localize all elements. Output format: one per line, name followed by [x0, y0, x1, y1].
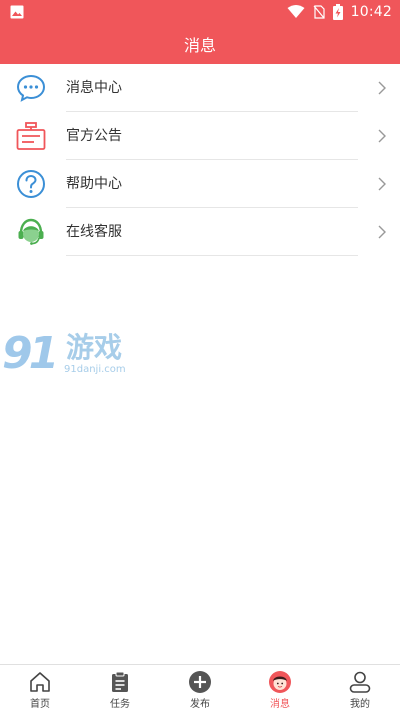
menu-item-label: 帮助中心 [66, 176, 122, 192]
menu-item-label: 官方公告 [66, 128, 122, 144]
menu-item-label: 在线客服 [66, 224, 122, 240]
page-title: 消息 [183, 36, 216, 55]
bottom-tab-bar: 首页 任务 发布 消息 我的 [0, 664, 400, 711]
announcement-icon [16, 122, 46, 150]
clipboard-icon [112, 671, 128, 692]
help-icon [17, 170, 45, 198]
wifi-icon [287, 5, 305, 18]
menu-item-message-center[interactable]: 消息中心 [0, 64, 400, 112]
tab-label: 消息 [270, 699, 290, 710]
chevron-right-icon [378, 129, 386, 143]
watermark-url: 91danji.com [64, 364, 126, 375]
chevron-right-icon [378, 177, 386, 191]
chevron-right-icon [378, 225, 386, 239]
menu-item-online-customer-service[interactable]: 在线客服 [0, 208, 400, 256]
tab-tasks[interactable]: 任务 [80, 665, 160, 711]
status-time: 10:42 [350, 4, 392, 20]
watermark-number: 91 [2, 328, 59, 379]
gallery-icon [10, 5, 24, 19]
tab-label: 我的 [350, 699, 370, 710]
tab-home[interactable]: 首页 [0, 665, 80, 711]
chat-bubble-icon [16, 74, 46, 102]
menu-item-label: 消息中心 [66, 80, 122, 96]
battery-charging-icon [332, 4, 343, 20]
chevron-right-icon [378, 81, 386, 95]
home-icon [30, 672, 50, 692]
customer-service-icon [18, 218, 44, 245]
divider [66, 255, 358, 256]
tab-publish[interactable]: 发布 [160, 665, 240, 711]
message-avatar-icon [269, 671, 291, 693]
status-bar: 10:42 [0, 0, 400, 24]
tab-label: 任务 [110, 699, 130, 710]
user-icon [349, 671, 371, 693]
menu-item-help-center[interactable]: 帮助中心 [0, 160, 400, 208]
plus-circle-icon [189, 671, 211, 693]
app-header: 消息 [0, 24, 400, 64]
menu-item-official-announcement[interactable]: 官方公告 [0, 112, 400, 160]
watermark-logo: 91 游戏 91danji.com [0, 328, 140, 384]
tab-messages[interactable]: 消息 [240, 665, 320, 711]
no-sim-icon [313, 5, 325, 19]
tab-me[interactable]: 我的 [320, 665, 400, 711]
tab-label: 首页 [30, 699, 50, 710]
menu-list: 消息中心 官方公告 帮助中心 在线客服 [0, 64, 400, 256]
watermark-text: 游戏 [66, 331, 123, 364]
tab-label: 发布 [190, 699, 210, 710]
